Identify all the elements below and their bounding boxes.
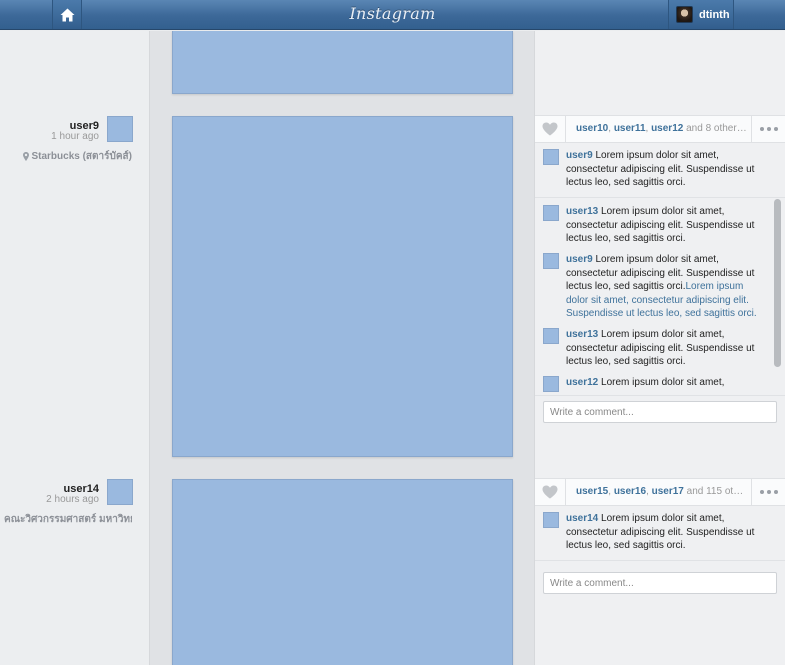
current-username: dtinth [699, 8, 730, 21]
post-caption: user9 Lorem ipsum dolor sit amet, consec… [543, 149, 767, 190]
comment-avatar[interactable] [543, 512, 559, 528]
more-dot-icon [773, 490, 778, 494]
comment-username[interactable]: user13 [566, 206, 598, 217]
heart-icon [542, 122, 558, 136]
more-options-button[interactable] [751, 479, 785, 505]
more-options-button[interactable] [751, 116, 785, 142]
avatar [676, 6, 693, 23]
comment-avatar[interactable] [543, 376, 559, 392]
comment-item: user9 Lorem ipsum dolor sit amet, consec… [543, 253, 767, 321]
more-dot-icon [766, 490, 771, 494]
comment-item: user13 Lorem ipsum dolor sit amet, conse… [543, 205, 767, 246]
comment-username[interactable]: user13 [566, 329, 598, 340]
profile-button[interactable]: dtinth [668, 0, 734, 29]
comment-username[interactable]: user9 [566, 150, 593, 161]
like-button[interactable] [535, 116, 566, 142]
post-comments-panel: user15, user16, user17 and 115 other... … [535, 478, 785, 608]
post-author-avatar[interactable] [107, 479, 133, 505]
comment-avatar[interactable] [543, 328, 559, 344]
comment-text: Lorem ipsum dolor sit amet, [601, 377, 725, 388]
post-caption: user14 Lorem ipsum dolor sit amet, conse… [543, 512, 767, 553]
comment-text: Lorem ipsum dolor sit amet, consectetur … [566, 150, 755, 188]
post-comments-panel: user10, user11, user12 and 8 others li..… [535, 115, 785, 435]
comment-username[interactable]: user14 [566, 513, 598, 524]
location-label: Starbucks (สตาร์บัคส์) [31, 151, 132, 162]
post-timestamp: 2 hours ago [46, 494, 99, 505]
comment-username[interactable]: user9 [566, 254, 593, 265]
more-dot-icon [759, 127, 764, 131]
comment-avatar[interactable] [543, 205, 559, 221]
likes-bar: user15, user16, user17 and 115 other... [535, 478, 785, 506]
comment-input[interactable] [543, 572, 777, 594]
post-meta: user9 1 hour ago Starbucks (สตาร์บัคส์) [0, 116, 134, 166]
post-timestamp: 1 hour ago [51, 131, 99, 142]
divider [535, 197, 785, 198]
more-dot-icon [773, 127, 778, 131]
post-location[interactable]: Starbucks (สตาร์บัคส์) [23, 149, 132, 164]
divider [535, 395, 785, 396]
divider [535, 560, 785, 561]
post-author-avatar[interactable] [107, 116, 133, 142]
comment-item: user13 Lorem ipsum dolor sit amet, conse… [543, 328, 767, 369]
post-meta: user14 2 hours ago คณะวิศวกรรมศาสตร์ มหา… [0, 479, 134, 529]
location-label: คณะวิศวกรรมศาสตร์ มหาวิทยาลัย [4, 514, 132, 525]
comment-avatar[interactable] [543, 149, 559, 165]
post-photo[interactable] [172, 116, 513, 457]
comment-username[interactable]: user12 [566, 377, 598, 388]
post-location[interactable]: คณะวิศวกรรมศาสตร์ มหาวิทยาลัย [2, 512, 132, 527]
top-navigation-bar: Instagram dtinth [0, 0, 785, 30]
comment-item: user12 Lorem ipsum dolor sit amet, [543, 376, 767, 392]
heart-icon [542, 485, 558, 499]
post-photo[interactable] [172, 479, 513, 665]
comment-avatar[interactable] [543, 253, 559, 269]
more-dot-icon [759, 490, 764, 494]
comments-scrollbar[interactable] [774, 199, 781, 367]
more-dot-icon [766, 127, 771, 131]
location-pin-icon [23, 152, 30, 161]
post-photo-previous[interactable] [172, 31, 513, 94]
likes-bar: user10, user11, user12 and 8 others li..… [535, 115, 785, 143]
like-button[interactable] [535, 479, 566, 505]
likes-summary[interactable]: user10, user11, user12 and 8 others li..… [576, 123, 748, 134]
likes-summary[interactable]: user15, user16, user17 and 115 other... [576, 486, 748, 497]
comment-input[interactable] [543, 401, 777, 423]
